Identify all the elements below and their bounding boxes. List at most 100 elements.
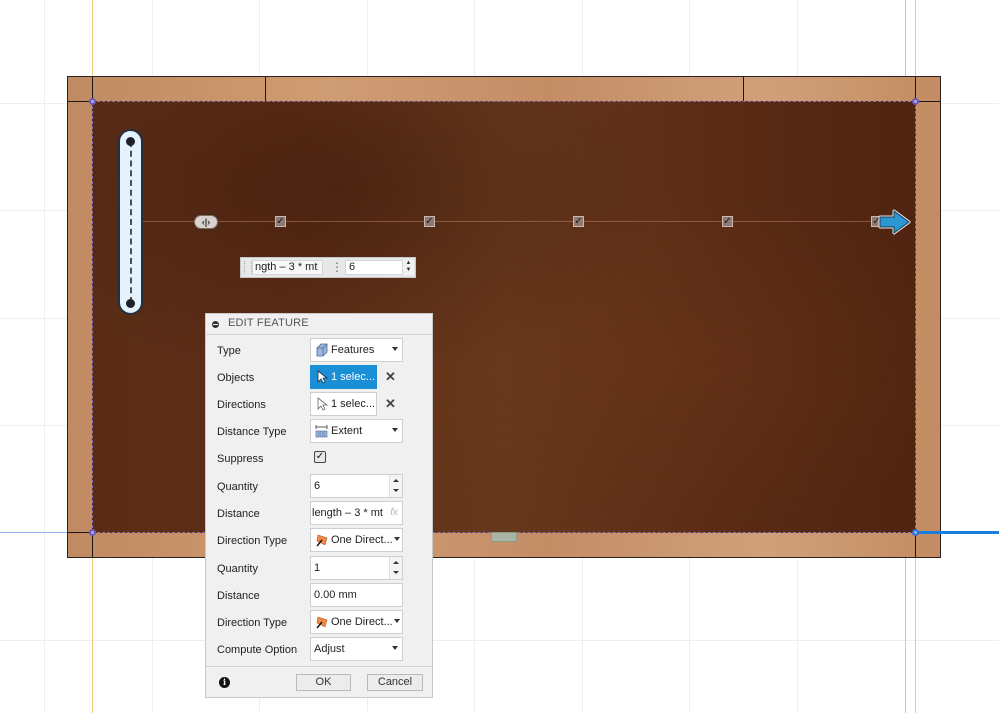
- suppress-row: Suppress ✓: [206, 446, 432, 473]
- type-row: Type Features: [206, 338, 432, 365]
- dialog-title: EDIT FEATURE: [228, 317, 309, 329]
- suppress-checkbox[interactable]: ✓: [314, 451, 326, 463]
- instance-check-icon[interactable]: ✓: [573, 216, 584, 227]
- directions-selection-button[interactable]: 1 selec...: [310, 392, 377, 416]
- direction-type-label: Direction Type: [217, 535, 288, 547]
- dialog-header[interactable]: EDIT FEATURE: [206, 314, 432, 335]
- inline-distance-input[interactable]: ngth – 3 * mt: [252, 260, 323, 275]
- compute-option-dropdown[interactable]: Adjust: [310, 637, 403, 661]
- type-dropdown[interactable]: Features: [310, 338, 403, 362]
- chevron-down-icon: [394, 619, 400, 623]
- decrement-icon[interactable]: [393, 489, 399, 492]
- quantity-value[interactable]: 1: [314, 562, 320, 574]
- cursor-arrow-icon: [317, 370, 328, 384]
- instance-check-icon[interactable]: ✓: [722, 216, 733, 227]
- more-options-icon[interactable]: ⋮: [331, 261, 343, 274]
- suppress-label: Suppress: [217, 453, 264, 465]
- cursor-arrow-icon: [317, 397, 328, 411]
- ok-button[interactable]: OK: [296, 674, 351, 691]
- compute-option-row: Compute Option Adjust: [206, 637, 432, 664]
- one-direction-flag-icon: [316, 616, 328, 629]
- distance-type-value: Extent: [331, 425, 363, 437]
- directions-label: Directions: [217, 399, 266, 411]
- direction-type-row: Direction Type One Direct...: [206, 528, 432, 555]
- arrow-right-icon[interactable]: [876, 208, 912, 236]
- cancel-button[interactable]: Cancel: [367, 674, 423, 691]
- grid-line: [0, 640, 999, 641]
- collapse-icon[interactable]: [212, 321, 219, 328]
- slider-handle-top[interactable]: [126, 137, 135, 146]
- drag-grip-icon[interactable]: [244, 261, 252, 274]
- quantity-spin-buttons[interactable]: [389, 557, 402, 579]
- direction-type-value: One Direct...: [331, 616, 393, 628]
- objects-label: Objects: [217, 372, 255, 384]
- dialog-footer: i OK Cancel: [206, 666, 432, 698]
- direction-type-dropdown-2[interactable]: One Direct...: [310, 610, 403, 634]
- clear-directions-icon[interactable]: ✕: [385, 396, 396, 412]
- clear-objects-icon[interactable]: ✕: [385, 369, 396, 385]
- one-direction-flag-icon: [316, 534, 328, 547]
- type-label: Type: [217, 345, 241, 357]
- objects-row: Objects 1 selec... ✕: [206, 365, 432, 392]
- quantity-stepper[interactable]: 6: [310, 474, 403, 498]
- chevron-down-icon: [392, 347, 398, 351]
- info-icon[interactable]: i: [219, 677, 230, 688]
- compute-option-label: Compute Option: [217, 644, 298, 656]
- feature-cube-icon: [316, 343, 328, 357]
- increment-icon[interactable]: [393, 479, 399, 482]
- distance-value[interactable]: 0.00 mm: [314, 589, 357, 601]
- distance-type-row: Distance Type Extent: [206, 419, 432, 446]
- directions-row: Directions 1 selec... ✕: [206, 392, 432, 419]
- objects-selection-button[interactable]: 1 selec...: [310, 365, 377, 389]
- quantity-value[interactable]: 6: [314, 480, 320, 492]
- instance-check-icon[interactable]: ✓: [275, 216, 286, 227]
- slider-dashed-path: [130, 141, 132, 303]
- direction-type-dropdown[interactable]: One Direct...: [310, 528, 403, 552]
- chevron-down-icon: [392, 646, 398, 650]
- x-axis-line: [918, 531, 999, 534]
- distance-label: Distance: [217, 590, 260, 602]
- origin-point[interactable]: [912, 529, 919, 536]
- frame-seam: [743, 77, 744, 101]
- inline-quantity-input[interactable]: 6: [345, 260, 403, 275]
- quantity-spin-buttons[interactable]: [389, 475, 402, 497]
- chevron-down-icon: [392, 428, 398, 432]
- distance-row: Distance length – 3 * mt fx: [206, 501, 432, 528]
- direction-type-label: Direction Type: [217, 617, 288, 629]
- type-value: Features: [331, 344, 375, 356]
- distance-type-label: Distance Type: [217, 426, 287, 438]
- chevron-down-icon: [394, 537, 400, 541]
- instance-check-icon[interactable]: ✓: [424, 216, 435, 227]
- inline-quantity-stepper[interactable]: ▲ ▼: [403, 260, 414, 275]
- panel-tab-marker: [491, 532, 517, 542]
- vertex-point[interactable]: [89, 98, 96, 105]
- vertex-point[interactable]: [89, 529, 96, 536]
- extent-icon: [315, 425, 328, 438]
- compute-option-value: Adjust: [314, 643, 345, 655]
- distance-label: Distance: [217, 508, 260, 520]
- quantity-label: Quantity: [217, 563, 258, 575]
- slider-handle-bottom[interactable]: [126, 299, 135, 308]
- direction-type-value: One Direct...: [331, 534, 393, 546]
- formula-icon[interactable]: fx: [390, 507, 398, 518]
- pattern-direction-line: [130, 221, 900, 222]
- decrement-icon[interactable]: [393, 571, 399, 574]
- distance-input[interactable]: length – 3 * mt fx: [310, 501, 403, 525]
- grid-line: [44, 0, 45, 713]
- bidirectional-handle-icon[interactable]: ‹|›: [194, 215, 218, 229]
- distance-type-dropdown[interactable]: Extent: [310, 419, 403, 443]
- distance-value[interactable]: length – 3 * mt: [312, 507, 383, 519]
- quantity-label: Quantity: [217, 481, 258, 493]
- quantity-stepper-2[interactable]: 1: [310, 556, 403, 580]
- frame-seam: [265, 77, 266, 101]
- distance-row-2: Distance 0.00 mm: [206, 583, 432, 610]
- quantity-row-2: Quantity 1: [206, 556, 432, 583]
- objects-value: 1 selec...: [331, 371, 376, 383]
- directions-value: 1 selec...: [331, 398, 376, 410]
- edit-feature-dialog: EDIT FEATURE Type Features Objects 1 sel…: [205, 313, 433, 698]
- direction-type-row-2: Direction Type One Direct...: [206, 610, 432, 637]
- increment-icon[interactable]: [393, 561, 399, 564]
- distance-input-2[interactable]: 0.00 mm: [310, 583, 403, 607]
- quantity-row: Quantity 6: [206, 474, 432, 501]
- vertex-point[interactable]: [912, 98, 919, 105]
